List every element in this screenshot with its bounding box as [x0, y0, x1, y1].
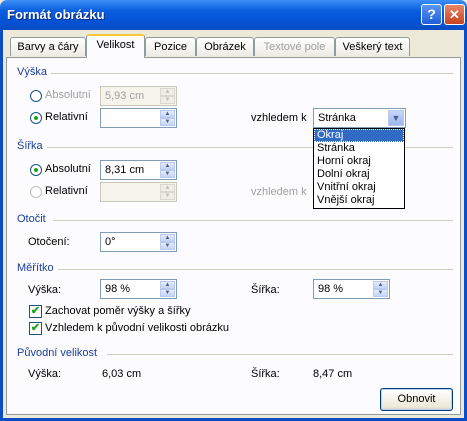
width-relative-radio[interactable]	[30, 186, 42, 198]
spin-up-icon[interactable]: ▲	[160, 234, 175, 242]
spin-down-icon[interactable]: ▼	[160, 170, 175, 178]
close-button[interactable]: ✕	[444, 4, 465, 25]
height-absolute-spinner: ▲ ▼	[160, 88, 175, 104]
spin-up-icon: ▲	[160, 88, 175, 96]
width-absolute-input[interactable]: 8,31 cm ▲ ▼	[100, 160, 177, 180]
spin-up-icon[interactable]: ▲	[373, 281, 388, 289]
tab-web-text[interactable]: Veškerý text	[335, 37, 410, 56]
dropdown-option[interactable]: Vnitřní okraj	[314, 181, 404, 194]
relative-original-label: Vzhledem k původní velikosti obrázku	[45, 322, 230, 334]
original-size-section-title: Původní velikost	[17, 347, 98, 359]
height-relative-label: Relativní	[45, 111, 88, 123]
rotation-label: Otočení:	[28, 236, 70, 248]
spin-up-icon[interactable]: ▲	[160, 110, 175, 118]
height-absolute-label: Absolutní	[45, 89, 91, 101]
width-absolute-radio[interactable]	[30, 164, 42, 176]
tab-size[interactable]: Velikost	[86, 34, 145, 58]
tab-colors-lines[interactable]: Barvy a čáry	[10, 37, 86, 56]
spin-down-icon[interactable]: ▼	[373, 289, 388, 297]
scale-section-title: Měřítko	[17, 262, 54, 274]
scale-height-input[interactable]: 98 % ▲ ▼	[100, 279, 177, 299]
original-width-label: Šířka:	[251, 368, 280, 380]
width-relative-to-label: vzhledem k	[251, 186, 307, 198]
spin-down-icon: ▼	[160, 192, 175, 200]
scale-height-label: Výška:	[28, 284, 62, 296]
scale-section-divider	[58, 269, 453, 270]
height-absolute-value: 5,93 cm	[105, 90, 145, 102]
rotate-section-title: Otočit	[17, 213, 46, 225]
original-height-label: Výška:	[28, 368, 62, 380]
checkmark-icon: ✔	[30, 305, 41, 317]
height-relative-spinner[interactable]: ▲ ▼	[160, 110, 175, 126]
tab-picture[interactable]: Obrázek	[196, 37, 254, 56]
width-absolute-value: 8,31 cm	[105, 164, 145, 176]
scale-width-input[interactable]: 98 % ▲ ▼	[313, 279, 390, 299]
spin-up-icon[interactable]: ▲	[160, 162, 175, 170]
checkmark-icon: ✔	[30, 322, 41, 334]
original-width-value: 8,47 cm	[313, 368, 353, 380]
help-button[interactable]: ?	[421, 4, 442, 25]
rotation-input[interactable]: 0° ▲ ▼	[100, 232, 177, 252]
dropdown-option[interactable]: Horní okraj	[314, 155, 404, 168]
width-absolute-spinner[interactable]: ▲ ▼	[160, 162, 175, 178]
title-bar: Formát obrázku ? ✕	[0, 0, 467, 30]
height-relative-to-select[interactable]: Stránka ▼	[313, 108, 406, 128]
rotate-section-divider	[53, 220, 453, 221]
width-relative-input: ▲ ▼	[100, 182, 177, 202]
width-absolute-label: Absolutní	[45, 163, 91, 175]
scale-height-spinner[interactable]: ▲ ▼	[160, 281, 175, 297]
spin-down-icon[interactable]: ▼	[160, 289, 175, 297]
scale-width-spinner[interactable]: ▲ ▼	[373, 281, 388, 297]
lock-aspect-label: Zachovat poměr výšky a šířky	[45, 305, 191, 317]
height-section-divider	[51, 73, 453, 74]
relative-original-checkbox[interactable]: ✔	[29, 322, 42, 335]
dropdown-option[interactable]: Dolní okraj	[314, 168, 404, 181]
spin-down-icon[interactable]: ▼	[160, 118, 175, 126]
height-absolute-input: 5,93 cm ▲ ▼	[100, 86, 177, 106]
height-relative-radio[interactable]	[30, 112, 42, 124]
chevron-down-icon[interactable]: ▼	[388, 110, 404, 126]
reset-button[interactable]: Obnovit	[380, 388, 453, 411]
lock-aspect-checkbox[interactable]: ✔	[29, 305, 42, 318]
relative-to-dropdown-list[interactable]: Okraj Stránka Horní okraj Dolní okraj Vn…	[313, 128, 405, 209]
dropdown-option[interactable]: Stránka	[314, 142, 404, 155]
scale-height-value: 98 %	[105, 283, 131, 295]
original-size-section-divider	[107, 354, 453, 355]
height-relative-to-label: vzhledem k	[251, 112, 307, 124]
spin-down-icon: ▼	[160, 96, 175, 104]
tab-position[interactable]: Pozice	[145, 37, 196, 56]
rotation-spinner[interactable]: ▲ ▼	[160, 234, 175, 250]
dropdown-option[interactable]: Okraj	[314, 129, 404, 142]
width-relative-spinner: ▲ ▼	[160, 184, 175, 200]
dropdown-option[interactable]: Vnější okraj	[314, 194, 404, 207]
height-absolute-radio[interactable]	[30, 90, 42, 102]
spin-up-icon[interactable]: ▲	[160, 281, 175, 289]
width-section-title: Šířka	[17, 140, 43, 152]
height-section-title: Výška	[17, 66, 47, 78]
rotation-value: 0°	[105, 236, 116, 248]
spin-up-icon: ▲	[160, 184, 175, 192]
original-height-value: 6,03 cm	[102, 368, 142, 380]
window-title: Formát obrázku	[7, 7, 105, 22]
tab-text-box: Textové pole	[254, 37, 335, 56]
scale-width-label: Šířka:	[251, 284, 280, 296]
height-relative-input[interactable]: ▲ ▼	[100, 108, 177, 128]
scale-width-value: 98 %	[318, 283, 344, 295]
spin-down-icon[interactable]: ▼	[160, 242, 175, 250]
width-relative-label: Relativní	[45, 185, 88, 197]
height-relative-to-value: Stránka	[318, 112, 356, 124]
